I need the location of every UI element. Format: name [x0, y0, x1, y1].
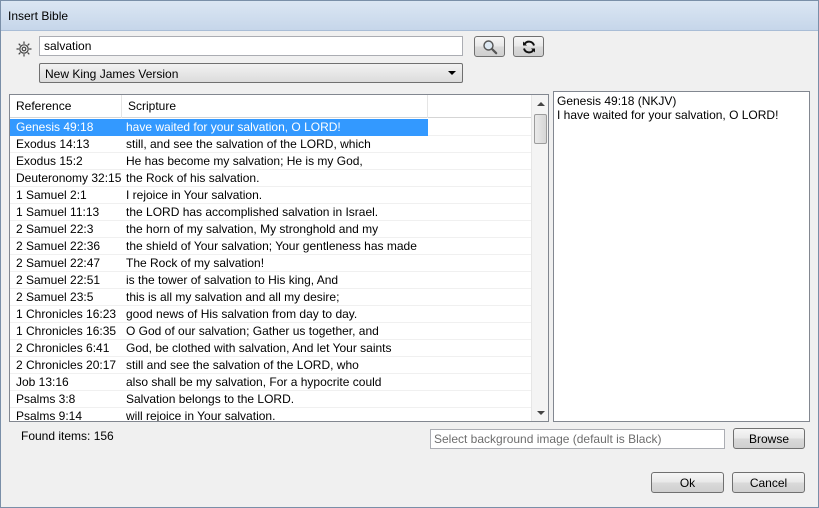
preview-text: I have waited for your salvation, O LORD… — [557, 108, 779, 122]
cell-scripture: this is all my salvation and all my desi… — [126, 290, 340, 304]
grid-header: Reference Scripture — [10, 95, 531, 118]
scroll-down-button[interactable] — [532, 404, 548, 421]
gear-icon — [16, 41, 32, 57]
table-row[interactable]: 1 Chronicles 16:23 good news of His salva… — [10, 306, 531, 323]
vertical-scrollbar[interactable] — [531, 95, 548, 421]
cell-scripture: God, be clothed with salvation, And let … — [126, 341, 392, 355]
cell-scripture: have waited for your salvation, O LORD! — [122, 119, 428, 136]
table-row[interactable]: 2 Samuel 22:36 the shield of Your salvati… — [10, 238, 531, 255]
cell-reference: 2 Samuel 22:51 — [16, 273, 101, 287]
cell-reference: 2 Samuel 23:5 — [16, 290, 94, 304]
table-row[interactable]: Exodus 14:13 still, and see the salvation… — [10, 136, 531, 153]
table-row[interactable]: 1 Samuel 11:13 the LORD has accomplished … — [10, 204, 531, 221]
scroll-up-button[interactable] — [532, 95, 548, 112]
cell-reference: 1 Chronicles 16:23 — [16, 307, 117, 321]
cell-reference: Psalms 9:14 — [16, 409, 83, 422]
cell-reference: 1 Samuel 2:1 — [16, 188, 87, 202]
cell-scripture: also shall be my salvation, For a hypocr… — [126, 375, 382, 389]
version-selected: New King James Version — [45, 67, 179, 81]
column-header-empty — [428, 95, 531, 118]
cell-reference: Job 13:16 — [16, 375, 69, 389]
table-row[interactable]: Genesis 49:18 have waited for your salvat… — [10, 119, 531, 136]
cell-reference: 1 Chronicles 16:35 — [16, 324, 117, 338]
cell-scripture: good news of His salvation from day to d… — [126, 307, 358, 321]
scroll-thumb[interactable] — [534, 114, 547, 144]
cell-scripture: the LORD has accomplished salvation in I… — [126, 205, 379, 219]
preview-reference: Genesis 49:18 (NKJV) — [557, 94, 677, 108]
table-row[interactable]: Exodus 15:2 He has become my salvation; H… — [10, 153, 531, 170]
arrow-down-icon — [536, 410, 545, 415]
table-row[interactable]: Psalms 9:14 will rejoice in Your salvatio… — [10, 408, 531, 422]
results-grid[interactable]: Reference Scripture Genesis 49:18 have wa… — [9, 94, 549, 422]
table-row[interactable]: Deuteronomy 32:15 the Rock of his salvati… — [10, 170, 531, 187]
table-row[interactable]: 2 Samuel 23:5 this is all my salvation an… — [10, 289, 531, 306]
cell-reference: 2 Samuel 22:3 — [16, 222, 94, 236]
refresh-icon — [522, 40, 535, 53]
cell-reference: 1 Samuel 11:13 — [16, 205, 100, 219]
table-row[interactable]: 2 Samuel 22:3 the horn of my salvation, M… — [10, 221, 531, 238]
version-dropdown[interactable]: New King James Version — [39, 63, 463, 83]
cell-scripture: will rejoice in Your salvation. — [126, 409, 276, 422]
cell-scripture: He has become my salvation; He is my God… — [126, 154, 363, 168]
cell-scripture: is the tower of salvation to His king, A… — [126, 273, 339, 287]
window-title: Insert Bible — [8, 9, 69, 23]
table-row[interactable]: 1 Chronicles 16:35 O God of our salvation… — [10, 323, 531, 340]
cell-scripture: I rejoice in Your salvation. — [126, 188, 263, 202]
cell-scripture: still and see the salvation of the LORD,… — [126, 358, 359, 372]
cell-scripture: the horn of my salvation, My stronghold … — [126, 222, 379, 236]
cell-reference: Exodus 14:13 — [16, 137, 90, 151]
insert-bible-dialog: Insert Bible New King James Version — [0, 0, 819, 508]
table-row[interactable]: 2 Samuel 22:51 is the tower of salvation … — [10, 272, 531, 289]
cell-reference: Deuteronomy 32:15 — [16, 171, 122, 185]
background-image-input[interactable] — [430, 429, 725, 449]
cell-reference: Genesis 49:18 — [10, 119, 122, 136]
cell-reference: 2 Chronicles 6:41 — [16, 341, 110, 355]
settings-button[interactable] — [13, 38, 35, 60]
verse-preview: Genesis 49:18 (NKJV) I have waited for y… — [553, 91, 810, 422]
search-input[interactable] — [39, 36, 463, 56]
cancel-button[interactable]: Cancel — [732, 472, 805, 493]
table-row[interactable]: 2 Samuel 22:47 The Rock of my salvation! — [10, 255, 531, 272]
grid-rows: Genesis 49:18 have waited for your salvat… — [10, 119, 531, 422]
cell-reference: Exodus 15:2 — [16, 154, 83, 168]
cell-scripture: O God of our salvation; Gather us togeth… — [126, 324, 379, 338]
cell-scripture: still, and see the salvation of the LORD… — [126, 137, 371, 151]
ok-button[interactable]: Ok — [651, 472, 724, 493]
table-row[interactable]: 2 Chronicles 20:17 still and see the salv… — [10, 357, 531, 374]
chevron-down-icon — [448, 71, 456, 75]
cell-reference: 2 Samuel 22:47 — [16, 256, 101, 270]
found-items-label: Found items: 156 — [21, 429, 114, 443]
column-header-reference[interactable]: Reference — [10, 95, 122, 118]
title-bar: Insert Bible — [1, 1, 818, 31]
cell-scripture: the shield of Your salvation; Your gentl… — [126, 239, 417, 253]
magnifier-icon — [482, 39, 497, 54]
cell-scripture: the Rock of his salvation. — [126, 171, 260, 185]
column-header-scripture[interactable]: Scripture — [122, 95, 428, 118]
table-row[interactable]: Psalms 3:8 Salvation belongs to the LORD. — [10, 391, 531, 408]
cell-reference: 2 Samuel 22:36 — [16, 239, 101, 253]
cell-reference: 2 Chronicles 20:17 — [16, 358, 117, 372]
browse-button[interactable]: Browse — [733, 428, 805, 449]
cell-scripture: Salvation belongs to the LORD. — [126, 392, 295, 406]
cell-reference: Psalms 3:8 — [16, 392, 76, 406]
table-row[interactable]: 2 Chronicles 6:41 God, be clothed with sa… — [10, 340, 531, 357]
arrow-up-icon — [536, 101, 545, 106]
cell-scripture: The Rock of my salvation! — [126, 256, 265, 270]
table-row[interactable]: 1 Samuel 2:1 I rejoice in Your salvation. — [10, 187, 531, 204]
table-row[interactable]: Job 13:16 also shall be my salvation, For… — [10, 374, 531, 391]
refresh-button[interactable] — [513, 36, 544, 57]
search-button[interactable] — [474, 36, 505, 57]
